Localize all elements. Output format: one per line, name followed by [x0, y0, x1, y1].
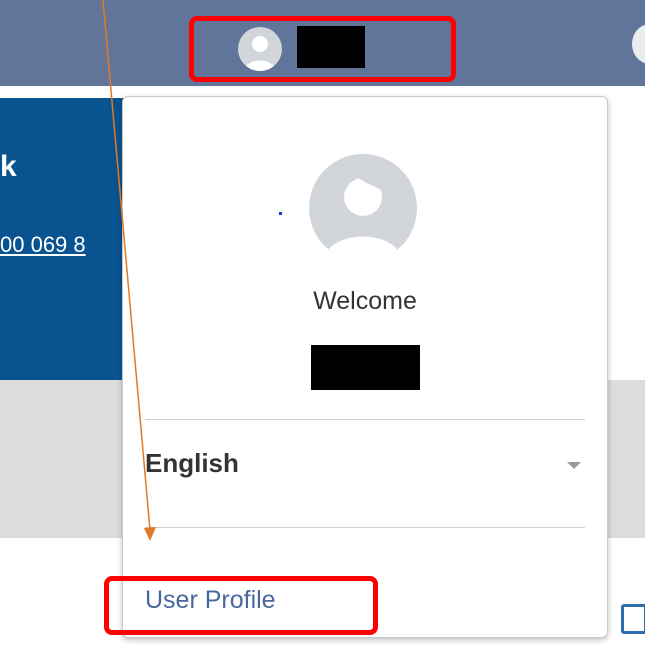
annotation-arrow [102, 0, 156, 541]
screenshot-stage: k 00 069 8 Welcome English User Profile [0, 0, 645, 645]
